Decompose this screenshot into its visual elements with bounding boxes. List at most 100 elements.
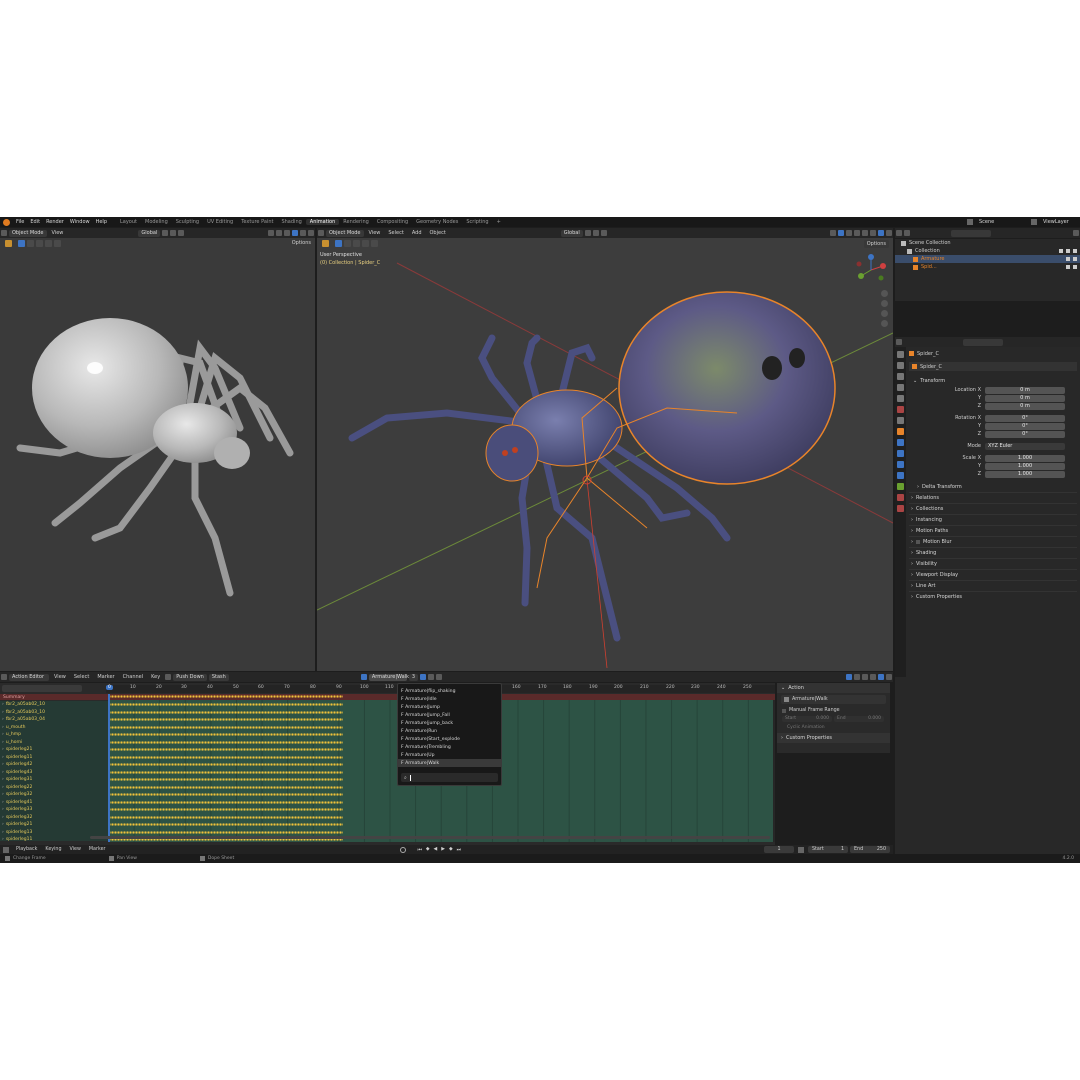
action-item-jump-fall[interactable]: F Armature|Jump_Fall (398, 711, 501, 719)
tab-uv-editing[interactable]: UV Editing (203, 219, 237, 225)
record-icon[interactable] (399, 846, 406, 853)
main-shading-solid-icon[interactable] (870, 230, 876, 236)
properties-search-input[interactable] (963, 338, 1003, 346)
view-layer-selector[interactable]: ViewLayer (1040, 219, 1080, 225)
timeline-view-menu[interactable]: View (66, 847, 85, 852)
navigation-gizmo[interactable] (855, 254, 887, 286)
delta-transform-section[interactable]: › Delta Transform (909, 481, 1077, 492)
jump-start-icon[interactable]: ⏮ (418, 847, 422, 853)
prev-keyframe-icon[interactable]: ◆ (426, 847, 430, 852)
action-item-start-explode[interactable]: F Armature|Start_explode (398, 735, 501, 743)
tab-texture-paint[interactable]: Texture Paint (237, 219, 277, 225)
particles-tab-icon[interactable] (897, 450, 904, 457)
tab-layout[interactable]: Layout (116, 219, 141, 225)
xray-icon[interactable] (276, 230, 282, 236)
keyframe-row[interactable] (108, 695, 343, 698)
camera-icon[interactable] (1073, 265, 1077, 269)
pan-hand-icon[interactable] (881, 300, 888, 307)
eye-icon[interactable] (1066, 249, 1070, 253)
constraints-tab-icon[interactable] (897, 472, 904, 479)
editor-type-icon-main[interactable] (318, 230, 324, 236)
main-add-menu[interactable]: Add (408, 230, 426, 236)
main-select-menu[interactable]: Select (384, 230, 407, 236)
location-y-field[interactable]: 0 m (985, 394, 1065, 402)
channel-row[interactable]: › spiderleg43 (0, 769, 106, 776)
left-mode-dropdown[interactable]: Object Mode (9, 229, 47, 237)
action-end-field[interactable]: End 0.000 (834, 716, 884, 722)
action-users-count[interactable]: 3 (408, 673, 419, 681)
outliner-row-armature[interactable]: Armature (895, 255, 1080, 263)
collections-section[interactable]: › Collections (909, 503, 1077, 514)
filter-icon[interactable] (1073, 230, 1079, 236)
left-transform-orientation[interactable]: Global (138, 229, 161, 237)
keyframes-area[interactable] (108, 695, 343, 841)
keyframe-row[interactable] (108, 733, 343, 736)
world-tab-icon[interactable] (897, 406, 904, 413)
action-item-trembling[interactable]: F Armature|Trembling (398, 743, 501, 751)
relations-section[interactable]: › Relations (909, 492, 1077, 503)
horizontal-scrollbar[interactable] (90, 836, 770, 839)
channel-row[interactable]: › spiderleg32 (0, 814, 106, 821)
scene-selector[interactable]: Scene (976, 219, 1031, 225)
menu-help[interactable]: Help (93, 219, 110, 225)
action-channel-menu[interactable]: Channel (119, 674, 148, 680)
location-z-field[interactable]: 0 m (985, 402, 1065, 410)
action-panel-field[interactable]: Armature|Walk (781, 695, 886, 704)
channel-row[interactable]: › spiderleg11 (0, 754, 106, 761)
scale-x-field[interactable]: 1.000 (985, 454, 1065, 462)
channel-row[interactable]: › spiderleg32 (0, 791, 106, 798)
keyframe-row[interactable] (108, 815, 343, 819)
next-keyframe-icon[interactable]: ◆ (449, 847, 453, 852)
main-visibility-icon[interactable] (830, 230, 836, 236)
current-frame-field[interactable]: 1 (764, 846, 794, 853)
menu-edit[interactable]: Edit (27, 219, 43, 225)
keyframe-row[interactable] (108, 755, 343, 759)
action-editor[interactable]: 0 10 20 30 40 50 60 70 80 90 100 110 160… (0, 683, 775, 845)
channel-row[interactable]: › spiderleg22 (0, 784, 106, 791)
keyframe-row[interactable] (108, 823, 343, 826)
action-start-field[interactable]: Start 0.000 (782, 716, 832, 722)
rotation-z-field[interactable]: 0° (985, 430, 1065, 438)
channel-row[interactable]: › spiderleg21 (0, 746, 106, 753)
current-frame-indicator[interactable]: 0 (106, 685, 113, 690)
main-snap-icon[interactable] (592, 230, 599, 236)
main-shading-wire-icon[interactable] (862, 230, 868, 236)
filters-icon[interactable] (870, 674, 876, 680)
action-item-run[interactable]: F Armature|Run (398, 727, 501, 735)
custom-properties-panel[interactable]: › Custom Properties (777, 733, 890, 743)
play-reverse-icon[interactable]: ◀ (434, 847, 438, 852)
camera-view-icon[interactable] (881, 310, 888, 317)
add-workspace-icon[interactable]: + (493, 219, 505, 225)
eye-icon[interactable] (1066, 265, 1070, 269)
outliner-display-mode-icon[interactable] (904, 230, 910, 236)
channel-row[interactable]: › spiderleg13 (0, 829, 106, 836)
proportional-icon[interactable] (178, 230, 185, 236)
main-pivot-icon[interactable] (584, 230, 591, 236)
output-tab-icon[interactable] (897, 373, 904, 380)
main-xray-icon[interactable] (854, 230, 860, 236)
stash-button[interactable]: Stash (208, 673, 229, 681)
scale-y-field[interactable]: 1.000 (985, 462, 1065, 470)
pivot-icon[interactable] (162, 230, 169, 236)
channel-row[interactable]: › spiderleg33 (0, 806, 106, 813)
only-selected-icon[interactable] (846, 674, 852, 680)
left-view-menu[interactable]: View (48, 230, 68, 236)
eye-icon[interactable] (1066, 257, 1070, 261)
object-tab-icon[interactable] (897, 428, 904, 435)
shading-solid-icon[interactable] (292, 230, 298, 236)
action-editor-mode-dropdown[interactable]: Action Editor (9, 673, 49, 681)
keyframe-row[interactable] (108, 710, 343, 714)
camera-icon[interactable] (1073, 257, 1077, 261)
tab-modeling[interactable]: Modeling (141, 219, 172, 225)
main-object-menu[interactable]: Object (426, 230, 450, 236)
visibility-section[interactable]: › Visibility (909, 558, 1077, 569)
tab-scripting[interactable]: Scripting (462, 219, 492, 225)
keyframe-row[interactable] (108, 740, 343, 744)
motion-paths-section[interactable]: › Motion Paths (909, 525, 1077, 536)
action-name-field[interactable]: Armature|Walk (368, 673, 409, 681)
cyclic-animation-row[interactable]: Cyclic Animation (777, 723, 890, 731)
channel-row[interactable]: › spiderleg21 (0, 821, 106, 828)
tab-geometry-nodes[interactable]: Geometry Nodes (412, 219, 462, 225)
data-tab-icon[interactable] (897, 483, 904, 490)
snap-icon[interactable] (170, 230, 177, 236)
